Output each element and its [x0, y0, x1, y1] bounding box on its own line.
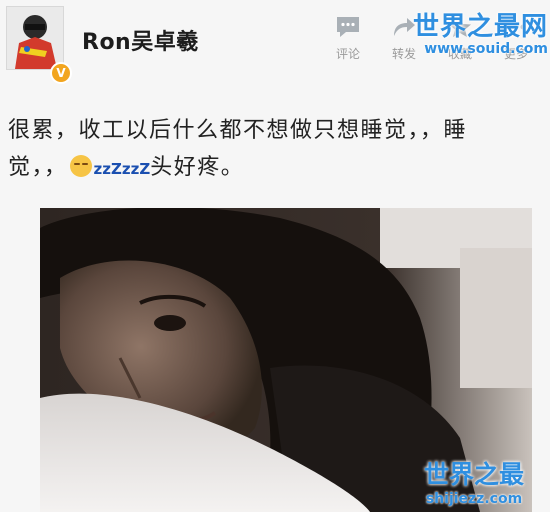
post-text-line2-end: 头好疼。 — [150, 155, 245, 180]
post-text-line1: 很累，收工以后什么都不想做只想睡觉，，睡 — [8, 118, 468, 143]
watermark-top: 世界之最网 www.souid.com — [413, 6, 548, 57]
author-name[interactable]: Ron吴卓羲 — [82, 24, 199, 56]
author-avatar[interactable] — [6, 6, 64, 70]
zzz-icon: zzZ — [121, 160, 151, 178]
comment-icon — [337, 17, 359, 37]
comment-button[interactable]: 评论 — [326, 8, 370, 70]
comment-label: 评论 — [335, 47, 360, 61]
zzz-icon: zzZ — [93, 160, 122, 178]
verified-badge: V — [50, 62, 72, 84]
watermark-bottom-url: shijiezz.com — [425, 491, 523, 507]
watermark-bottom-brand: 世界之最 — [424, 460, 525, 489]
post-text-line2-start: 觉，， — [8, 155, 68, 180]
sleepy-face-icon — [69, 155, 92, 177]
post-text-line2: 觉，， zzZzzZ头好疼。 — [8, 149, 538, 188]
watermark-bottom: 世界之最 shijiezz.com — [424, 455, 524, 507]
watermark-top-brand: 世界之最网 — [412, 12, 548, 42]
post-text: 很累，收工以后什么都不想做只想睡觉，，睡 觉，， zzZzzZ头好疼。 — [8, 112, 538, 188]
watermark-top-url: www.souid.com — [424, 41, 548, 57]
